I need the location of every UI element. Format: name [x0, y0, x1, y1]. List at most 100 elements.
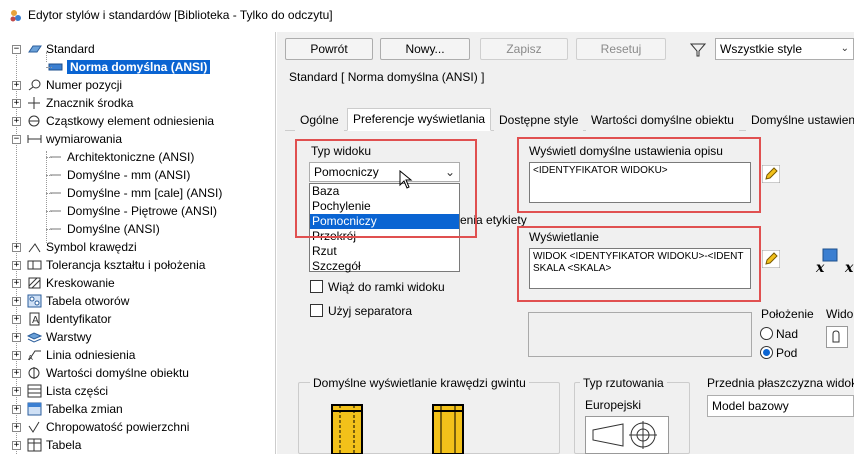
display-textarea[interactable]: WIDOK <IDENTYFIKATOR WIDOKU>-<IDENT SKAL…: [529, 248, 751, 289]
expand-icon[interactable]: +: [12, 350, 21, 360]
label-defaults-textarea[interactable]: <IDENTYFIKATOR WIDOKU>: [529, 162, 751, 203]
tree-item[interactable]: + A Linia odniesienia: [12, 346, 135, 364]
expand-icon[interactable]: +: [12, 260, 21, 270]
tree-label: Tolerancja kształtu i położenia: [46, 258, 206, 272]
svg-text:x: x: [844, 260, 854, 273]
expand-icon[interactable]: +: [12, 422, 21, 432]
view-type-select[interactable]: Pomocniczy ⌄: [309, 162, 460, 182]
tree-item[interactable]: + Kreskowanie: [12, 274, 115, 292]
tree-label: Numer pozycji: [46, 78, 123, 92]
tree-item[interactable]: + Lista części: [12, 382, 108, 400]
expand-icon[interactable]: +: [12, 80, 21, 90]
tree-item[interactable]: + Chropowatość powierzchni: [12, 418, 189, 436]
dimension-icon: [27, 135, 42, 143]
position-above-label: Nad: [776, 327, 799, 341]
tree-item[interactable]: − wymiarowania: [12, 130, 122, 148]
tree-item[interactable]: + Tabelka zmian: [12, 400, 123, 418]
position-below-radio[interactable]: [760, 346, 773, 359]
tree-label: Chropowatość powierzchni: [46, 420, 190, 434]
view-type-option[interactable]: Szczegół: [310, 259, 459, 274]
expand-icon[interactable]: +: [12, 116, 21, 126]
view-type-option[interactable]: Baza: [310, 184, 459, 199]
tree-item[interactable]: + Symbol krawędzi: [12, 238, 137, 256]
use-separator-checkbox[interactable]: [310, 304, 323, 317]
display-line: SKALA <SKALA>: [533, 263, 612, 274]
expand-icon[interactable]: +: [12, 242, 21, 252]
tree-label: Linia odniesienia: [46, 348, 136, 362]
collapse-icon[interactable]: −: [12, 44, 21, 54]
tree-label: Tabela otworów: [46, 294, 130, 308]
tree-label: Kreskowanie: [46, 276, 115, 290]
view-type-option[interactable]: Rzut: [310, 244, 459, 259]
view-type-option[interactable]: Przekrój: [310, 229, 459, 244]
tree-item-selected[interactable]: Norma domyślna (ANSI): [46, 58, 211, 76]
expand-icon[interactable]: +: [12, 98, 21, 108]
tree-label: wymiarowania: [46, 132, 123, 146]
tree-label: Warstwy: [46, 330, 92, 344]
view-type-option[interactable]: Pochylenie: [310, 199, 459, 214]
style-tree[interactable]: − Standard Norma domyślna (ANSI) + Numer…: [0, 32, 276, 454]
view-type-option-selected[interactable]: Pomocniczy: [310, 214, 459, 229]
back-button[interactable]: Powrót: [285, 38, 373, 60]
tree-label: Tabela: [46, 438, 82, 452]
expand-icon[interactable]: +: [12, 440, 21, 450]
tree-item[interactable]: + Tabela: [12, 436, 81, 454]
expand-icon[interactable]: +: [12, 404, 21, 414]
view-type-dropdown[interactable]: Baza Pochylenie Pomocniczy Przekrój Rzut…: [309, 183, 460, 274]
expand-icon[interactable]: +: [12, 278, 21, 288]
front-plane-select[interactable]: Model bazowy: [707, 395, 854, 417]
expand-icon[interactable]: +: [12, 332, 21, 342]
tree-label: Cząstkowy element odniesienia: [46, 114, 215, 128]
tree-item[interactable]: Domyślne - Piętrowe (ANSI): [46, 202, 217, 220]
tab-default-settings[interactable]: Domyślne ustawien: [746, 110, 854, 131]
tab-general[interactable]: Ogólne: [295, 110, 344, 131]
tree-item[interactable]: + Znacznik środka: [12, 94, 133, 112]
tree-label: Domyślne - mm [cale] (ANSI): [67, 186, 223, 200]
tree-item[interactable]: Domyślne - mm (ANSI): [46, 166, 191, 184]
collapse-icon[interactable]: −: [12, 134, 21, 144]
table-icon: [27, 438, 42, 452]
reset-button[interactable]: Resetuj: [576, 38, 666, 60]
app-icon: [10, 10, 21, 22]
tree-label: Domyślne - mm (ANSI): [67, 168, 191, 182]
edit-pencil-icon[interactable]: [762, 250, 780, 268]
visibility-icon[interactable]: [826, 326, 848, 348]
tree-item[interactable]: + A Identyfikator: [12, 310, 111, 328]
tree-item-standard[interactable]: − Standard: [12, 40, 95, 58]
tab-display-preferences[interactable]: Preferencje wyświetlania: [347, 108, 492, 131]
tree-label: Znacznik środka: [46, 96, 134, 110]
expand-icon[interactable]: +: [12, 296, 21, 306]
surface-texture-icon: [28, 421, 40, 433]
tree-item[interactable]: + Wartości domyślne obiektu: [12, 364, 189, 382]
edit-pencil-icon[interactable]: [762, 165, 780, 183]
tree-item[interactable]: Architektoniczne (ANSI): [46, 148, 194, 166]
tree-item[interactable]: + Tabela otworów: [12, 292, 129, 310]
tab-available-styles[interactable]: Dostępne style: [494, 110, 584, 131]
tree-item[interactable]: Domyślne - mm [cale] (ANSI): [46, 184, 223, 202]
format-icon[interactable]: x: [815, 247, 839, 273]
tab-object-defaults[interactable]: Wartości domyślne obiektu: [586, 110, 739, 131]
save-button[interactable]: Zapisz: [480, 38, 568, 60]
tree-item[interactable]: + Cząstkowy element odniesienia: [12, 112, 214, 130]
bind-to-frame-checkbox[interactable]: [310, 280, 323, 293]
hole-table-icon: [27, 294, 42, 308]
projection-label: Typ rzutowania: [580, 376, 667, 390]
tree-label-selected: Norma domyślna (ANSI): [67, 60, 211, 74]
format-icon[interactable]: x: [844, 247, 854, 273]
tree-item[interactable]: + Warstwy: [12, 328, 92, 346]
view-type-label: Typ widoku: [311, 144, 372, 158]
page-title: Standard [ Norma domyślna (ANSI) ]: [289, 70, 485, 84]
expand-icon[interactable]: +: [12, 386, 21, 396]
expand-icon[interactable]: +: [12, 368, 21, 378]
thread-preview-icon: [331, 404, 363, 454]
view-type-value: Pomocniczy: [314, 165, 379, 179]
tree-item[interactable]: + Tolerancja kształtu i położenia: [12, 256, 205, 274]
style-filter-select[interactable]: Wszystkie style ⌄: [715, 38, 854, 60]
position-above-radio[interactable]: [760, 327, 773, 340]
projection-symbol-icon[interactable]: [585, 416, 669, 454]
tree-item[interactable]: Domyślne (ANSI): [46, 220, 160, 238]
filter-icon[interactable]: [690, 42, 706, 58]
tree-item[interactable]: + Numer pozycji: [12, 76, 122, 94]
expand-icon[interactable]: +: [12, 314, 21, 324]
new-button[interactable]: Nowy...: [380, 38, 470, 60]
